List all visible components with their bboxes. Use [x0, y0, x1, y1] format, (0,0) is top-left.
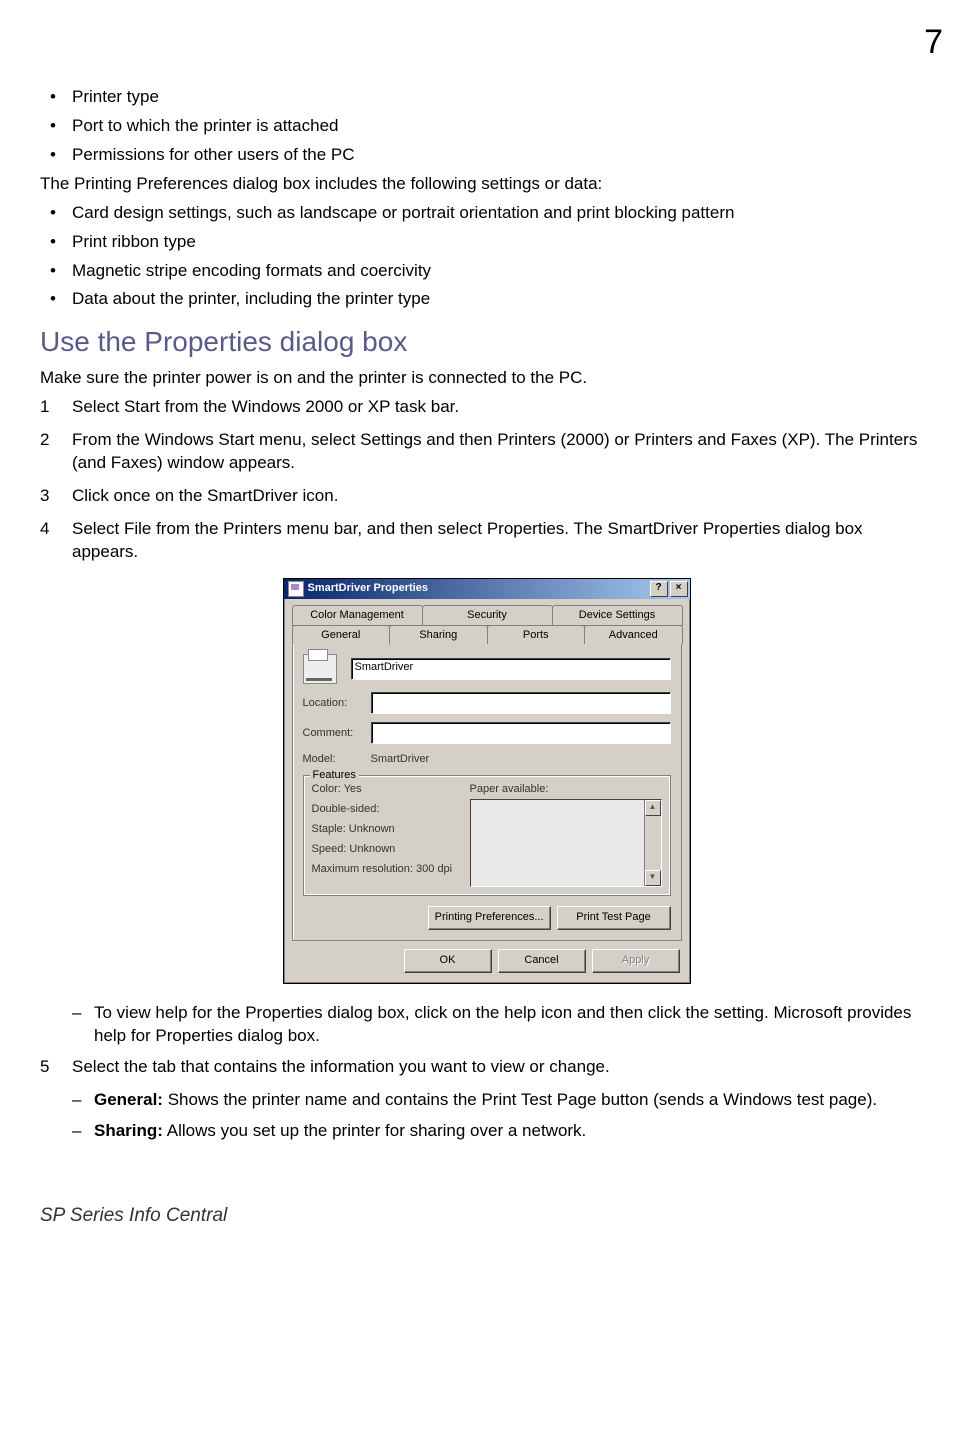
steps-list-cont: 5Select the tab that contains the inform… [40, 1056, 933, 1079]
location-field[interactable] [371, 692, 671, 714]
tab-desc-rest: Shows the printer name and contains the … [163, 1090, 877, 1109]
scroll-down-icon[interactable]: ▼ [645, 870, 661, 886]
feature-line: Double-sided: [312, 802, 470, 817]
footer-text: SP Series Info Central [40, 1203, 933, 1229]
bullet-text: Magnetic stripe encoding formats and coe… [72, 260, 431, 283]
steps-list: 1Select Start from the Windows 2000 or X… [40, 396, 933, 564]
features-left: Color: Yes Double-sided: Staple: Unknown… [312, 782, 470, 887]
paper-available-listbox[interactable]: ▲ ▼ [470, 799, 662, 887]
apply-button[interactable]: Apply [592, 949, 680, 973]
dash-icon: – [72, 1089, 94, 1112]
features-group: Features Color: Yes Double-sided: Staple… [303, 775, 671, 896]
bullet-icon: • [50, 86, 72, 109]
bullet-text: Printer type [72, 86, 159, 109]
close-button[interactable]: × [670, 581, 688, 597]
bullet-text: Card design settings, such as landscape … [72, 202, 734, 225]
step-number: 1 [40, 396, 72, 419]
feature-line: Maximum resolution: 300 dpi [312, 862, 470, 877]
step-number: 5 [40, 1056, 72, 1079]
tab-desc-text: Sharing: Allows you set up the printer f… [94, 1120, 933, 1143]
location-label: Location: [303, 696, 371, 711]
step-number: 4 [40, 518, 72, 564]
comment-field[interactable] [371, 722, 671, 744]
step-text: Select the tab that contains the informa… [72, 1056, 933, 1079]
cancel-button[interactable]: Cancel [498, 949, 586, 973]
bullet-icon: • [50, 144, 72, 167]
model-label: Model: [303, 752, 371, 767]
step-text: Select File from the Printers menu bar, … [72, 518, 933, 564]
dialog-button-row: OK Cancel Apply [284, 941, 690, 983]
help-button[interactable]: ? [650, 581, 668, 597]
tab-strip: Color Management Security Device Setting… [284, 599, 690, 941]
pref-bullet-list: •Card design settings, such as landscape… [50, 202, 933, 312]
step-text: Click once on the SmartDriver icon. [72, 485, 933, 508]
tab-desc-rest: Allows you set up the printer for sharin… [163, 1121, 586, 1140]
tab-desc-bold: General: [94, 1090, 163, 1109]
printer-icon [303, 654, 337, 684]
properties-dialog: SmartDriver Properties ? × Color Managem… [283, 578, 691, 984]
bullet-icon: • [50, 288, 72, 311]
dialog-figure: SmartDriver Properties ? × Color Managem… [40, 578, 933, 984]
dialog-title: SmartDriver Properties [308, 581, 428, 596]
step-number: 2 [40, 429, 72, 475]
step-text: From the Windows Start menu, select Sett… [72, 429, 933, 475]
features-legend: Features [310, 768, 359, 783]
page-number: 7 [40, 20, 943, 66]
feature-line: Staple: Unknown [312, 822, 470, 837]
tab-ports[interactable]: Ports [487, 625, 586, 645]
sub-text: To view help for the Properties dialog b… [94, 1002, 933, 1048]
bullet-text: Print ribbon type [72, 231, 196, 254]
bullet-text: Data about the printer, including the pr… [72, 288, 430, 311]
titlebar: SmartDriver Properties ? × [284, 579, 690, 599]
tab-advanced[interactable]: Advanced [584, 625, 683, 645]
section-heading: Use the Properties dialog box [40, 323, 933, 361]
printing-preferences-button[interactable]: Printing Preferences... [428, 906, 551, 930]
bullet-text: Permissions for other users of the PC [72, 144, 355, 167]
printer-titlebar-icon [288, 581, 304, 597]
bullet-text: Port to which the printer is attached [72, 115, 338, 138]
tab-general[interactable]: General [292, 625, 391, 646]
feature-line: Color: Yes [312, 782, 470, 797]
dash-icon: – [72, 1002, 94, 1048]
step-number: 3 [40, 485, 72, 508]
dash-icon: – [72, 1120, 94, 1143]
scroll-up-icon[interactable]: ▲ [645, 800, 661, 816]
tab-panel-general: SmartDriver Location: Comment: Model: Sm… [292, 643, 682, 941]
sub-item: – To view help for the Properties dialog… [72, 1002, 933, 1048]
scrollbar[interactable]: ▲ ▼ [644, 800, 661, 886]
comment-label: Comment: [303, 726, 371, 741]
tab-desc-text: General: Shows the printer name and cont… [94, 1089, 933, 1112]
bullet-icon: • [50, 115, 72, 138]
tab-device-settings[interactable]: Device Settings [552, 605, 683, 626]
intro-paragraph: The Printing Preferences dialog box incl… [40, 173, 933, 196]
top-bullet-list: •Printer type •Port to which the printer… [50, 86, 933, 167]
printer-name-field[interactable]: SmartDriver [351, 658, 671, 680]
bullet-icon: • [50, 202, 72, 225]
ok-button[interactable]: OK [404, 949, 492, 973]
paper-available-label: Paper available: [470, 782, 662, 797]
feature-line: Speed: Unknown [312, 842, 470, 857]
print-test-page-button[interactable]: Print Test Page [557, 906, 671, 930]
tab-sharing[interactable]: Sharing [389, 625, 488, 645]
bullet-icon: • [50, 231, 72, 254]
tab-desc-bold: Sharing: [94, 1121, 163, 1140]
section-intro: Make sure the printer power is on and th… [40, 367, 933, 390]
bullet-icon: • [50, 260, 72, 283]
model-value: SmartDriver [371, 752, 430, 767]
tab-desc: – Sharing: Allows you set up the printer… [72, 1120, 933, 1143]
tab-desc: – General: Shows the printer name and co… [72, 1089, 933, 1112]
tab-security[interactable]: Security [422, 605, 553, 626]
tab-color-management[interactable]: Color Management [292, 605, 423, 626]
step-text: Select Start from the Windows 2000 or XP… [72, 396, 933, 419]
